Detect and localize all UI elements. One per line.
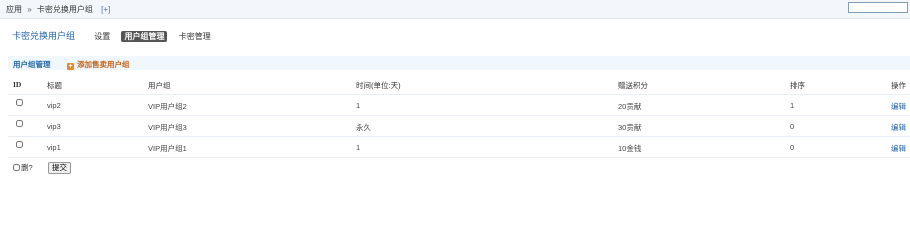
row-checkbox[interactable] (16, 141, 23, 148)
cell-days: 永久 (356, 123, 371, 132)
cell-order: 1 (790, 101, 795, 110)
breadcrumb-add-link[interactable]: [+] (101, 5, 110, 14)
page-title: 卡密兑换用户组 (12, 31, 76, 41)
table-row: vip3 VIP用户组3 永久 30贡献 0 编辑 (8, 115, 910, 136)
cell-group: VIP用户组1 (148, 144, 187, 153)
add-usergroup-link[interactable]: + 添加售卖用户组 (67, 59, 130, 70)
delete-checkbox[interactable] (13, 164, 20, 171)
cell-credits: 10金钱 (618, 144, 642, 153)
submit-button[interactable]: 提交 (48, 162, 71, 174)
row-checkbox[interactable] (16, 99, 23, 106)
top-bar: 应用 » 卡密兑换用户组 [+] (0, 0, 910, 19)
tab-card-management[interactable]: 卡密管理 (176, 31, 214, 42)
breadcrumb-home[interactable]: 应用 (6, 5, 22, 14)
delete-label: 删? (21, 163, 33, 172)
table-row: vip2 VIP用户组2 1 20贡献 1 编辑 (8, 94, 910, 115)
breadcrumb: 应用 » 卡密兑换用户组 [+] (6, 4, 110, 15)
cell-title: vip1 (47, 143, 61, 152)
cell-days: 1 (356, 101, 361, 110)
sub-navigation-bar: 用户组管理 + 添加售卖用户组 (8, 56, 910, 70)
column-header-id: ID (13, 80, 22, 89)
subnav-current[interactable]: 用户组管理 (13, 59, 51, 70)
cell-order: 0 (790, 122, 795, 131)
cell-days: 1 (356, 143, 361, 152)
cell-title: vip2 (47, 101, 61, 110)
page-header: 卡密兑换用户组 设置 用户组管理 卡密管理 (12, 29, 220, 42)
cell-group: VIP用户组3 (148, 123, 187, 132)
tab-usergroup-management[interactable]: 用户组管理 (121, 31, 168, 42)
cell-credits: 20贡献 (618, 102, 642, 111)
add-icon: + (67, 63, 74, 70)
cell-title: vip3 (47, 122, 61, 131)
column-header-action: 操作 (891, 81, 906, 90)
column-header-days: 时间(单位:天) (356, 81, 401, 90)
breadcrumb-current[interactable]: 卡密兑换用户组 (37, 5, 93, 14)
edit-link[interactable]: 编辑 (891, 122, 906, 133)
add-usergroup-label: 添加售卖用户组 (77, 60, 130, 69)
tab-settings[interactable]: 设置 (91, 31, 113, 42)
column-header-credits: 赠送积分 (618, 81, 648, 90)
cell-group: VIP用户组2 (148, 102, 187, 111)
edit-link[interactable]: 编辑 (891, 143, 906, 154)
row-checkbox[interactable] (16, 120, 23, 127)
edit-link[interactable]: 编辑 (891, 101, 906, 112)
cell-order: 0 (790, 143, 795, 152)
breadcrumb-separator: » (27, 5, 32, 14)
table-row: vip1 VIP用户组1 1 10金钱 0 编辑 (8, 136, 910, 157)
cell-credits: 30贡献 (618, 123, 642, 132)
delete-toggle[interactable]: 删? (13, 162, 33, 173)
column-header-group: 用户组 (148, 81, 171, 90)
search-input[interactable] (848, 2, 908, 13)
table-divider (8, 157, 910, 158)
column-header-order: 排序 (790, 81, 805, 90)
column-header-title: 标题 (47, 81, 62, 90)
